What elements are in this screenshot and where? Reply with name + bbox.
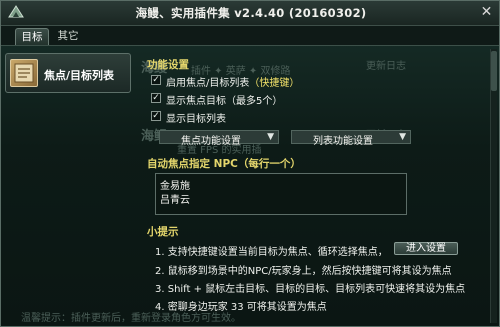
checkbox-box[interactable]: ✓	[151, 93, 161, 103]
npc-entry: 吕青云	[160, 195, 190, 206]
list-item-label: 焦点/目标列表	[44, 69, 115, 82]
module-list: 焦点/目标列表	[5, 53, 133, 323]
title-bar[interactable]: 海鳗、实用插件集 v2.4.40 (20160302) ✕	[1, 1, 499, 26]
section-title-tips: 小提示	[147, 226, 179, 238]
footer-hint: 温馨提示：插件更新后，重新登录角色方可生效。	[21, 313, 241, 324]
hotkey-link[interactable]: （快捷键）	[249, 78, 299, 89]
tab-other[interactable]: 其它	[53, 28, 83, 44]
enter-settings-button[interactable]: 进入设置	[394, 242, 458, 255]
tip-line-2: 2. 鼠标移到场景中的NPC/玩家身上，然后按快捷键可将其设为焦点	[155, 266, 452, 277]
checkbox-enable-focus-list[interactable]: ✓ 启用焦点/目标列表（快捷键）	[151, 74, 341, 89]
plugin-window: 海鳗、实用插件集 v2.4.40 (20160302) ✕ 目标 其它 海鳗 插…	[0, 0, 500, 327]
tip-line-1: 1. 支持快捷键设置当前目标为焦点、循环选择焦点，	[155, 247, 388, 258]
section-title-auto-focus-npc: 自动焦点指定 NPC（每行一个）	[147, 158, 301, 170]
checkbox-label-enable: 启用焦点/目标列表	[166, 78, 250, 89]
list-item-focus-target[interactable]: 焦点/目标列表	[5, 53, 131, 93]
chevron-down-icon: ▼	[399, 132, 406, 142]
tab-target[interactable]: 目标	[15, 28, 49, 45]
tab-bar: 目标 其它	[1, 26, 499, 46]
checkbox-box[interactable]: ✓	[151, 111, 161, 121]
checkbox-box[interactable]: ✓	[151, 75, 161, 85]
checkbox-show-target-list[interactable]: ✓ 显示目标列表	[151, 110, 271, 125]
window-title: 海鳗、实用插件集 v2.4.40 (20160302)	[135, 6, 367, 20]
focus-target-icon	[10, 59, 38, 87]
checkbox-label-show-focus: 显示焦点目标（最多5个）	[166, 96, 283, 107]
section-title-function-settings: 功能设置	[147, 59, 189, 71]
close-icon[interactable]: ✕	[479, 5, 494, 20]
changelog-link-top[interactable]: 更新日志	[366, 57, 406, 72]
list-settings-label: 列表功能设置	[313, 136, 373, 147]
scrollbar[interactable]	[490, 49, 497, 323]
checkbox-label-show-list: 显示目标列表	[166, 114, 226, 125]
chevron-down-icon: ▼	[267, 132, 274, 142]
scrollbar-thumb[interactable]	[491, 51, 497, 91]
focus-settings-dropdown[interactable]: 焦点功能设置 ▼	[159, 130, 279, 147]
npc-list-textarea[interactable]: 金易施 吕青云	[155, 173, 407, 215]
checkbox-show-focus-targets[interactable]: ✓ 显示焦点目标（最多5个）	[151, 92, 311, 107]
tip-line-3: 3. Shift + 鼠标左击目标、目标的目标、目标列表可快速将其设为焦点	[155, 284, 466, 295]
focus-settings-label: 焦点功能设置	[181, 136, 241, 147]
list-settings-dropdown[interactable]: 列表功能设置 ▼	[291, 130, 411, 147]
npc-entry: 金易施	[160, 181, 190, 192]
